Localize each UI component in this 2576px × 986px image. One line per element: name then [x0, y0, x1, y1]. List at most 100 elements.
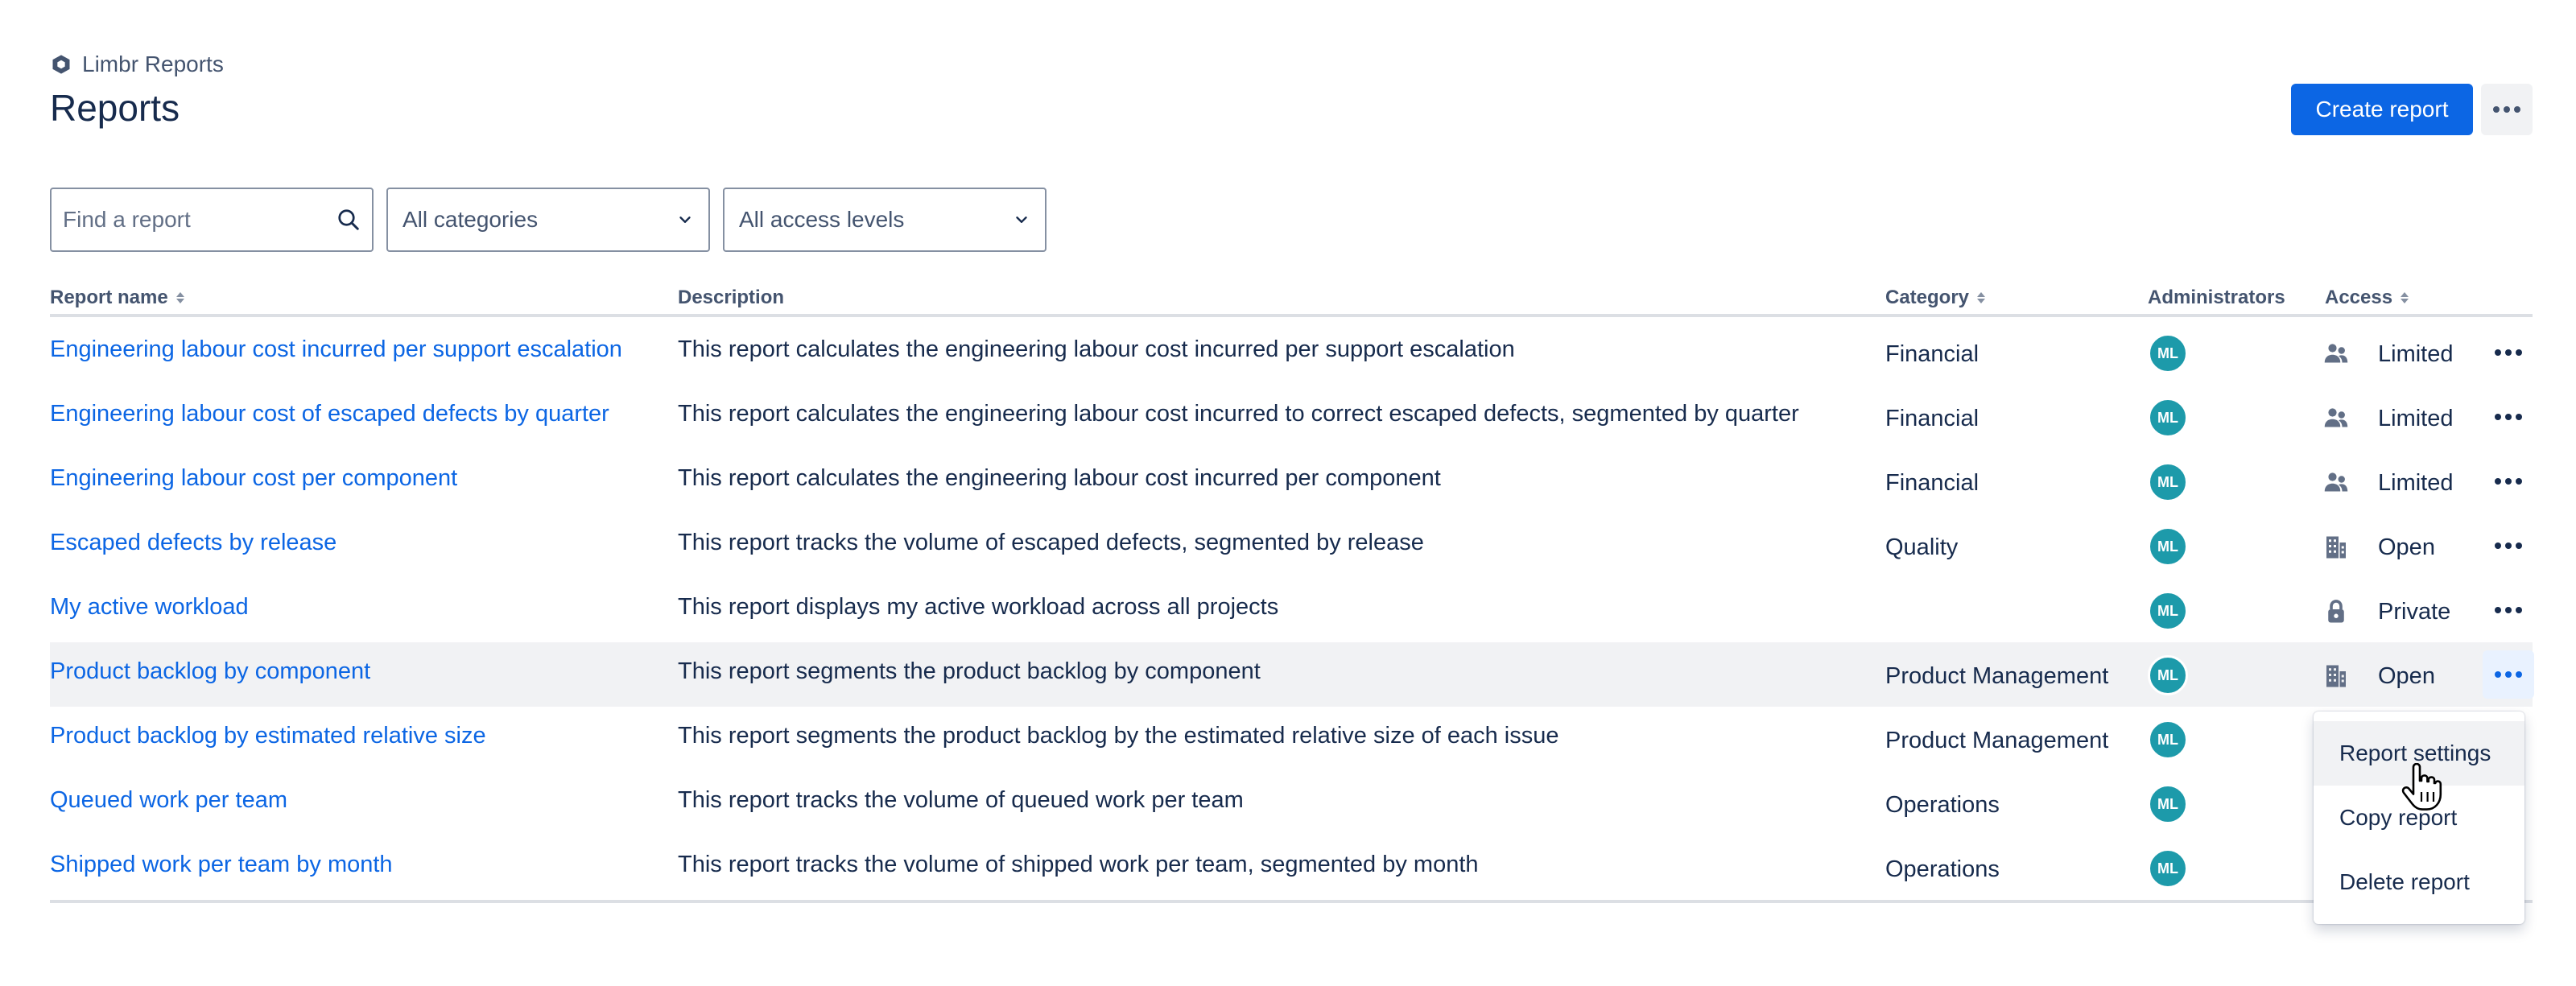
people-icon — [2324, 408, 2348, 427]
avatar[interactable]: ML — [2148, 784, 2188, 824]
report-category: Operations — [1885, 856, 2000, 882]
column-header-category[interactable]: Category — [1885, 287, 1986, 309]
row-actions-button[interactable] — [2483, 522, 2534, 570]
page-more-button[interactable] — [2481, 84, 2533, 135]
sort-icon — [2401, 292, 2409, 303]
report-description: This report calculates the engineering l… — [678, 336, 1515, 362]
table-row: My active workload This report displays … — [50, 578, 2533, 642]
category-select[interactable]: All categories — [386, 188, 710, 252]
row-actions-button[interactable] — [2483, 650, 2534, 699]
office-building-icon — [2326, 665, 2346, 687]
report-category: Financial — [1885, 406, 1979, 431]
access-level: Limited — [2378, 470, 2454, 496]
report-name-link[interactable]: Escaped defects by release — [50, 530, 336, 556]
access-level: Limited — [2378, 406, 2454, 431]
row-actions-button[interactable] — [2483, 328, 2534, 377]
column-header-administrators-label: Administrators — [2148, 287, 2285, 308]
search-icon — [338, 209, 359, 230]
table-bottom-border — [50, 900, 2533, 903]
table-row: Engineering labour cost of escaped defec… — [50, 385, 2533, 449]
report-name-link[interactable]: Engineering labour cost incurred per sup… — [50, 336, 622, 363]
report-category: Product Management — [1885, 663, 2109, 689]
column-header-category-label: Category — [1885, 287, 1970, 308]
column-header-name[interactable]: Report name — [50, 287, 184, 309]
lock-icon — [2328, 600, 2344, 623]
row-actions-button[interactable] — [2483, 586, 2534, 634]
avatar[interactable]: ML — [2148, 526, 2188, 567]
table-row: Product backlog by estimated relative si… — [50, 707, 2533, 771]
chevron-down-icon — [679, 217, 691, 223]
breadcrumb-app-name[interactable]: Limbr Reports — [82, 52, 224, 77]
sort-icon — [175, 292, 184, 303]
page-title: Reports — [50, 87, 180, 129]
avatar[interactable]: ML — [2148, 462, 2188, 502]
reports-table-body: Engineering labour cost incurred per sup… — [50, 320, 2534, 900]
access-level: Open — [2378, 663, 2435, 689]
row-actions-button[interactable] — [2483, 393, 2534, 441]
row-actions-menu: Report settings Copy report Delete repor… — [2314, 712, 2524, 924]
report-name-link[interactable]: Engineering labour cost per component — [50, 465, 457, 492]
breadcrumb[interactable]: Limbr Reports — [50, 50, 224, 79]
search-placeholder: Find a report — [63, 207, 191, 232]
column-header-description: Description — [678, 287, 784, 309]
more-horizontal-icon — [2495, 671, 2522, 678]
hand-pointer-cursor-icon — [2401, 763, 2442, 811]
table-row: Product backlog by component This report… — [50, 642, 2534, 707]
more-horizontal-icon — [2495, 478, 2522, 485]
access-level: Private — [2378, 599, 2451, 625]
avatar[interactable]: ML — [2148, 848, 2188, 889]
report-name-link[interactable]: My active workload — [50, 594, 249, 621]
column-header-access[interactable]: Access — [2325, 287, 2409, 309]
category-select-value: All categories — [402, 207, 539, 232]
report-description: This report tracks the volume of shipped… — [678, 852, 1479, 877]
report-name-link[interactable]: Shipped work per team by month — [50, 852, 393, 878]
table-row: Engineering labour cost incurred per sup… — [50, 320, 2533, 385]
avatar[interactable]: ML — [2148, 333, 2188, 373]
avatar[interactable]: ML — [2148, 720, 2188, 760]
report-name-link[interactable]: Product backlog by estimated relative si… — [50, 723, 486, 749]
table-header: Report name Description Category Adminis… — [50, 283, 2533, 317]
report-description: This report calculates the engineering l… — [678, 465, 1441, 491]
avatar[interactable]: ML — [2148, 655, 2188, 695]
avatar[interactable]: ML — [2148, 591, 2188, 631]
more-horizontal-icon — [2495, 414, 2522, 420]
report-name-link[interactable]: Queued work per team — [50, 787, 287, 814]
report-category: Product Management — [1885, 728, 2109, 753]
report-category: Financial — [1885, 470, 1979, 496]
table-row: Escaped defects by release This report t… — [50, 514, 2533, 578]
report-description: This report segments the product backlog… — [678, 658, 1261, 684]
hexagon-logo-icon — [52, 55, 70, 74]
column-header-name-label: Report name — [50, 287, 168, 308]
column-header-access-label: Access — [2325, 287, 2393, 308]
report-name-link[interactable]: Engineering labour cost of escaped defec… — [50, 401, 609, 427]
report-category: Operations — [1885, 792, 2000, 818]
row-actions-button[interactable] — [2483, 457, 2534, 505]
avatar[interactable]: ML — [2148, 398, 2188, 438]
access-level: Open — [2378, 534, 2435, 560]
menu-item-delete-report[interactable]: Delete report — [2314, 850, 2524, 914]
table-row: Shipped work per team by month This repo… — [50, 835, 2533, 900]
access-level-select[interactable]: All access levels — [723, 188, 1046, 252]
table-row: Queued work per team This report tracks … — [50, 771, 2533, 835]
more-horizontal-icon — [2495, 349, 2522, 356]
office-building-icon — [2326, 536, 2346, 559]
report-category: Financial — [1885, 341, 1979, 367]
chevron-down-icon — [1016, 217, 1027, 223]
column-header-administrators: Administrators — [2148, 287, 2285, 309]
more-horizontal-icon — [2493, 106, 2520, 113]
table-row: Engineering labour cost per component Th… — [50, 449, 2533, 514]
search-input[interactable]: Find a report — [50, 188, 374, 252]
access-level: Limited — [2378, 341, 2454, 367]
report-description: This report calculates the engineering l… — [678, 401, 1799, 427]
more-horizontal-icon — [2495, 543, 2522, 549]
people-icon — [2324, 344, 2348, 363]
report-name-link[interactable]: Product backlog by component — [50, 658, 370, 685]
more-horizontal-icon — [2495, 607, 2522, 613]
create-report-button[interactable]: Create report — [2291, 84, 2473, 135]
report-description: This report displays my active workload … — [678, 594, 1279, 620]
report-description: This report tracks the volume of queued … — [678, 787, 1244, 813]
sort-icon — [1977, 292, 1986, 303]
access-select-value: All access levels — [739, 207, 905, 232]
report-description: This report segments the product backlog… — [678, 723, 1559, 749]
people-icon — [2324, 472, 2348, 492]
